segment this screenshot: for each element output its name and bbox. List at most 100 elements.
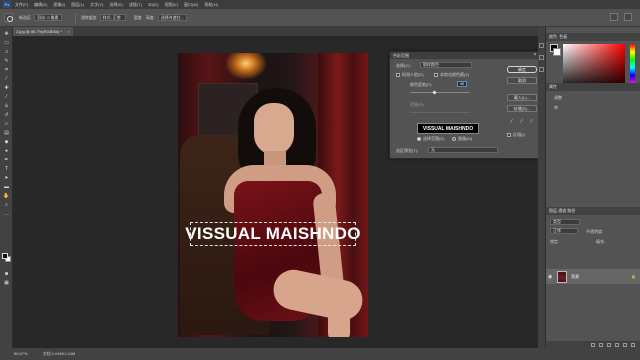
menu-help[interactable]: 帮助(H): [204, 2, 218, 8]
lasso-tool-icon[interactable]: ↄ: [3, 49, 10, 55]
radio-selection[interactable]: 选择范围(E): [417, 136, 444, 142]
menu-view[interactable]: 视图(V): [165, 2, 178, 8]
layer-row-background[interactable]: ◉ 背景 🔒: [546, 269, 640, 284]
fuzziness-slider-handle[interactable]: [432, 90, 437, 95]
detect-faces-checkbox[interactable]: 检测人脸(D): [396, 72, 424, 78]
blur-tool-icon[interactable]: ◆: [3, 139, 10, 145]
menu-file[interactable]: 文件(F): [15, 2, 28, 8]
ok-button[interactable]: 确定: [507, 66, 537, 73]
more-tools-icon[interactable]: …: [3, 211, 10, 217]
localized-clusters-checkbox[interactable]: 本地化颜色簇(Z): [434, 72, 469, 78]
quick-mask-icon[interactable]: ◙: [3, 271, 10, 277]
eyedropper-minus-icon[interactable]: ⁄: [528, 119, 535, 126]
range-label: 范围(R):: [410, 102, 425, 107]
quick-select-tool-icon[interactable]: ✎: [3, 58, 10, 64]
invert-checkbox[interactable]: 反相(I): [507, 132, 525, 138]
move-tool-icon[interactable]: ✥: [3, 31, 10, 37]
history-panel-icon[interactable]: [539, 43, 544, 48]
document-tab-title: 2.jpg @ 66.7%(RGB/8#) *: [16, 29, 62, 34]
lock-icon: 🔒: [631, 274, 636, 279]
character-panel-icon[interactable]: [539, 67, 544, 72]
close-icon[interactable]: ×: [68, 27, 70, 36]
menu-window[interactable]: 窗口(W): [184, 2, 198, 8]
path-select-icon[interactable]: ➤: [3, 175, 10, 181]
save-button[interactable]: 存储(S)...: [507, 105, 537, 112]
layer-kind-filter[interactable]: 类型: [550, 219, 580, 225]
document-size: 文档:1.04M/1.04M: [42, 351, 76, 356]
tools-panel: ✥ ▭ ↄ ✎ ⌗ ⁄ ✚ ⁄ ♙ ↺ ▱ ▤ ◆ ● ✒ T ➤ ▬ ✋ ⌕ …: [0, 27, 13, 348]
radio-image[interactable]: 图像(M): [452, 136, 472, 142]
zoom-tool-icon[interactable]: ⌕: [3, 202, 10, 208]
range-slider[interactable]: [410, 112, 470, 113]
zoom-level[interactable]: 66.67%: [14, 351, 28, 356]
eyedropper-icon[interactable]: ⁄: [508, 119, 515, 126]
document-image[interactable]: [178, 53, 368, 337]
eraser-tool-icon[interactable]: ▱: [3, 121, 10, 127]
marquee-tool-icon[interactable]: ▭: [3, 40, 10, 46]
select-dropdown[interactable]: 取样颜色: [420, 62, 472, 68]
search-icon[interactable]: [610, 13, 618, 21]
healing-brush-icon[interactable]: ✚: [3, 85, 10, 91]
watermark-selection[interactable]: VISSUAL MAISHNDO: [185, 222, 360, 246]
background-chandelier: [226, 53, 266, 79]
new-layer-icon[interactable]: [623, 342, 627, 347]
layer-style-icon[interactable]: [599, 342, 603, 347]
history-brush-icon[interactable]: ↺: [3, 112, 10, 118]
selection-preview-dropdown[interactable]: 无: [428, 147, 498, 153]
color-range-dialog: 色彩范围 × 选择(C): 取样颜色 检测人脸(D) 本地化颜色簇(Z) 颜色容…: [389, 51, 541, 159]
properties-panel-icon[interactable]: [539, 55, 544, 60]
eyedropper-tool-icon[interactable]: ⁄: [3, 76, 10, 82]
options-bar: 新选区 羽化: 0 像素 消除锯齿 样式: 正常 宽度: 高度: 选择并遮住..…: [0, 9, 640, 27]
height-label: 高度:: [145, 14, 155, 20]
lock-label: 锁定:: [550, 239, 560, 244]
properties-panel-header[interactable]: 属性: [546, 83, 640, 91]
screen-mode-icon[interactable]: ▣: [3, 280, 10, 286]
mask-icon[interactable]: [607, 342, 611, 347]
crop-tool-icon[interactable]: ⌗: [3, 67, 10, 73]
eyedropper-plus-icon[interactable]: ⁄: [518, 119, 525, 126]
divider: [74, 12, 76, 23]
menu-3d[interactable]: 3D(D): [148, 2, 159, 7]
fuzziness-input[interactable]: 40: [457, 81, 467, 87]
style-select[interactable]: 样式: 正常: [99, 14, 126, 21]
document-tab[interactable]: 2.jpg @ 66.7%(RGB/8#) * ×: [13, 27, 73, 36]
link-layers-icon[interactable]: [591, 342, 595, 347]
workspace-icon[interactable]: [624, 13, 632, 21]
menu-edit[interactable]: 编辑(E): [34, 2, 47, 8]
menu-filter[interactable]: 滤镜(T): [129, 2, 142, 8]
hand-tool-icon[interactable]: ✋: [3, 193, 10, 199]
refine-edge-button[interactable]: 选择并遮住...: [157, 14, 188, 21]
menu-layer[interactable]: 图层(L): [71, 2, 84, 8]
cancel-button[interactable]: 取消: [507, 77, 537, 84]
menu-select[interactable]: 选择(S): [109, 2, 122, 8]
brush-tool-icon[interactable]: ⁄: [3, 94, 10, 100]
visibility-eye-icon[interactable]: ◉: [548, 274, 554, 280]
pen-tool-icon[interactable]: ✒: [3, 157, 10, 163]
workspace-controls: [610, 13, 632, 21]
menu-type[interactable]: 文字(Y): [90, 2, 103, 8]
color-panel-background[interactable]: [553, 48, 561, 56]
new-group-icon[interactable]: [615, 342, 619, 347]
trash-icon[interactable]: [631, 342, 635, 347]
layer-name: 背景: [571, 273, 579, 279]
color-panel-header[interactable]: 颜色 色板: [546, 33, 640, 41]
menu-image[interactable]: 图像(I): [53, 2, 65, 8]
blend-mode-select[interactable]: 正常: [550, 228, 578, 234]
selection-preview-thumbnail: VISSUAL MAISHNDO: [417, 123, 479, 134]
dialog-title: 色彩范围: [393, 53, 409, 58]
clone-stamp-icon[interactable]: ♙: [3, 103, 10, 109]
selection-mode-label: 新选区: [19, 14, 31, 20]
current-tool-icon[interactable]: [4, 13, 13, 22]
shape-tool-icon[interactable]: ▬: [3, 184, 10, 190]
right-panels: 颜色 色板 属性 调整 库 图层 通道 路径 类型 正常 不透明度: 锁定: 填…: [545, 27, 640, 348]
type-tool-icon[interactable]: T: [3, 166, 10, 172]
foreground-color-swatch[interactable]: [2, 253, 8, 259]
load-button[interactable]: 载入(L)...: [507, 94, 537, 101]
layers-panel-header[interactable]: 图层 通道 路径: [546, 207, 640, 215]
dodge-tool-icon[interactable]: ●: [3, 148, 10, 154]
gradient-tool-icon[interactable]: ▤: [3, 130, 10, 136]
fuzziness-slider[interactable]: [410, 92, 470, 93]
dialog-title-bar[interactable]: 色彩范围 ×: [390, 52, 540, 59]
watermark-text: VISSUAL MAISHNDO: [185, 224, 361, 243]
feather-select[interactable]: 羽化: 0 像素: [34, 14, 62, 21]
